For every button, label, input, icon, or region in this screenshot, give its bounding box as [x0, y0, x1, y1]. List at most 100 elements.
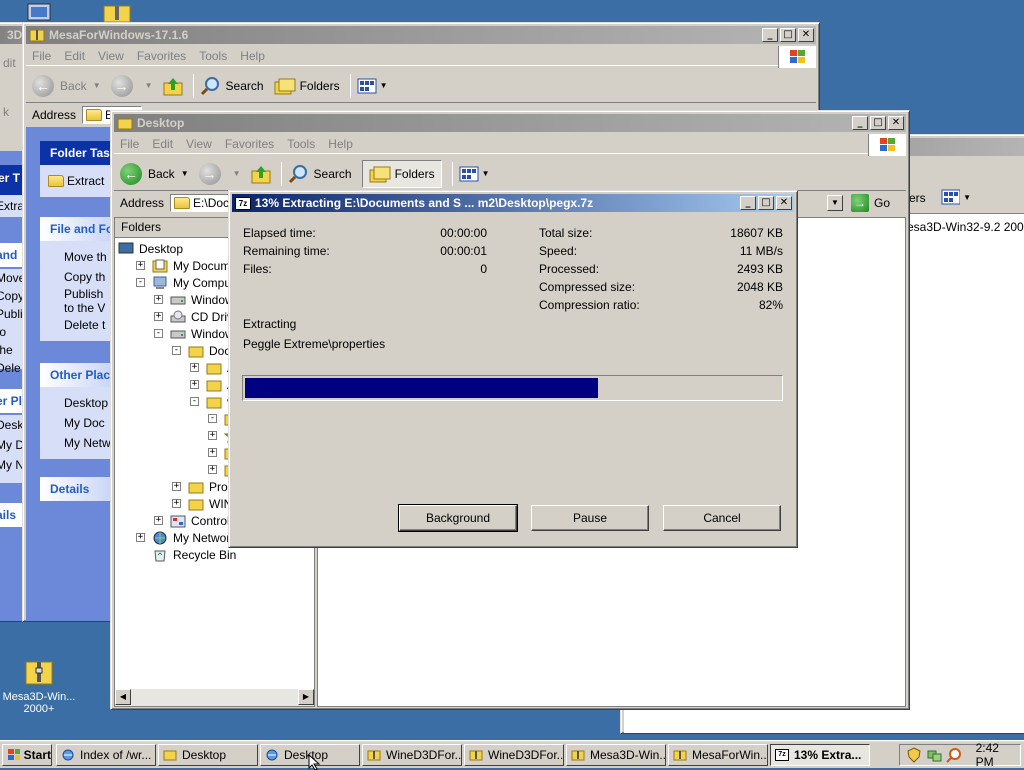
- expand-icon[interactable]: +: [190, 380, 199, 389]
- menu-view[interactable]: View: [98, 49, 124, 63]
- back-button[interactable]: ← Back ▼: [32, 74, 101, 97]
- desktop-icon-zip-top[interactable]: [102, 2, 132, 23]
- expand-icon[interactable]: +: [208, 448, 217, 457]
- views-button[interactable]: ▼: [357, 78, 388, 94]
- views-button[interactable]: ▼: [459, 166, 490, 182]
- menu-tools[interactable]: Tools: [287, 137, 315, 151]
- maximize-button[interactable]: □: [758, 196, 774, 210]
- forward-button[interactable]: → ▼: [198, 162, 241, 185]
- taskbar-button[interactable]: MesaForWin...: [668, 744, 768, 766]
- maximize-button[interactable]: □: [780, 28, 796, 42]
- menu-file[interactable]: File: [32, 49, 51, 63]
- place-link-mydocs[interactable]: My Doc: [48, 413, 108, 433]
- title-bar[interactable]: Desktop _ □ ✕: [114, 114, 906, 132]
- other-places-header[interactable]: Other Plac: [40, 363, 116, 387]
- views-button[interactable]: ▼: [941, 185, 971, 209]
- folder-icon: [206, 380, 222, 391]
- tree-item-label: Desktop: [139, 241, 184, 256]
- back-button[interactable]: ← Back ▼: [120, 162, 189, 185]
- expand-icon[interactable]: +: [154, 516, 163, 525]
- collapse-icon[interactable]: -: [172, 346, 181, 355]
- collapse-icon[interactable]: -: [154, 329, 163, 338]
- expand-icon[interactable]: +: [136, 261, 145, 270]
- place-link-desktop[interactable]: Desktop: [48, 393, 108, 413]
- folders-button[interactable]: Folders: [274, 77, 340, 95]
- minimize-button[interactable]: _: [762, 28, 778, 42]
- progress-bar: [242, 375, 783, 401]
- publish-task-link-line2[interactable]: to the V: [48, 301, 108, 315]
- search-button[interactable]: Search: [288, 164, 352, 184]
- collapse-icon[interactable]: -: [208, 414, 217, 423]
- taskbar-button[interactable]: Mesa3D-Win...: [566, 744, 666, 766]
- expand-icon[interactable]: +: [208, 465, 217, 474]
- expand-icon[interactable]: +: [208, 431, 217, 440]
- folders-button[interactable]: Folders: [361, 159, 442, 188]
- tree-item[interactable]: Recycle Bin: [118, 546, 314, 563]
- menu-edit[interactable]: Edit: [64, 49, 85, 63]
- shield-icon[interactable]: [906, 747, 922, 763]
- file-tasks-header[interactable]: File and Fo: [40, 217, 116, 241]
- close-button[interactable]: ✕: [888, 116, 904, 130]
- back-arrow-icon: ←: [120, 162, 142, 185]
- address-dropdown[interactable]: ▼: [827, 195, 843, 211]
- go-arrow-icon: →: [851, 194, 869, 212]
- menu-file[interactable]: File: [120, 137, 139, 151]
- menu-view[interactable]: View: [186, 137, 212, 151]
- pause-button[interactable]: Pause: [531, 505, 649, 531]
- start-button[interactable]: Start: [2, 744, 52, 766]
- search-tray-icon[interactable]: [946, 747, 962, 763]
- expand-icon[interactable]: +: [136, 533, 145, 542]
- collapse-icon[interactable]: -: [190, 397, 199, 406]
- menu-help[interactable]: Help: [240, 49, 265, 63]
- background-button[interactable]: Background: [398, 504, 518, 532]
- taskbar-button[interactable]: 7z 13% Extra...: [770, 744, 870, 766]
- desktop-icon-computer[interactable]: [24, 2, 54, 22]
- search-button[interactable]: Search: [200, 76, 264, 96]
- menu-favorites[interactable]: Favorites: [137, 49, 186, 63]
- menu-edit[interactable]: Edit: [152, 137, 173, 151]
- collapse-icon[interactable]: -: [136, 278, 145, 287]
- publish-task-link[interactable]: Publish: [48, 287, 108, 301]
- scroll-right-button[interactable]: ▶: [298, 689, 314, 705]
- details-header[interactable]: Details: [40, 477, 116, 501]
- address-input[interactable]: E:\Docu: [170, 194, 235, 212]
- scroll-left-button[interactable]: ◀: [115, 689, 131, 705]
- taskbar-button[interactable]: Desktop: [158, 744, 258, 766]
- menu-tools[interactable]: Tools: [199, 49, 227, 63]
- taskbar-button[interactable]: WineD3DFor...: [464, 744, 564, 766]
- copy-task-link[interactable]: Copy th: [48, 267, 108, 287]
- folder-tasks-header[interactable]: Folder Tas: [40, 141, 116, 165]
- forward-button[interactable]: → ▼: [110, 74, 153, 97]
- up-button[interactable]: [251, 164, 271, 184]
- up-button[interactable]: [163, 76, 183, 96]
- maximize-button[interactable]: □: [870, 116, 886, 130]
- cancel-button[interactable]: Cancel: [663, 505, 781, 531]
- network-icon[interactable]: [926, 747, 942, 763]
- move-task-link[interactable]: Move th: [48, 247, 108, 267]
- menu-help[interactable]: Help: [328, 137, 353, 151]
- expand-icon[interactable]: +: [172, 499, 181, 508]
- taskbar-button[interactable]: WineD3DFor...: [362, 744, 462, 766]
- file-item[interactable]: esa3D-Win32-9.2 2000+: [907, 220, 1024, 234]
- extract-task-link[interactable]: Extract: [48, 171, 108, 191]
- clock[interactable]: 2:42 PM: [976, 741, 1020, 769]
- go-button[interactable]: → Go: [851, 194, 890, 212]
- place-link-network[interactable]: My Netw: [48, 433, 111, 453]
- delete-task-link[interactable]: Delete t: [48, 315, 108, 335]
- title-bar[interactable]: 7z 13% Extracting E:\Documents and S ...…: [232, 194, 794, 212]
- horizontal-scrollbar[interactable]: ◀ ▶: [115, 689, 314, 706]
- minimize-button[interactable]: _: [852, 116, 868, 130]
- menu-favorites[interactable]: Favorites: [225, 137, 274, 151]
- desktop-icon-mesa3d[interactable]: Mesa3D-Win... 2000+: [0, 656, 78, 715]
- expand-icon[interactable]: +: [190, 363, 199, 372]
- minimize-button[interactable]: _: [740, 196, 756, 210]
- expand-icon[interactable]: +: [172, 482, 181, 491]
- expand-icon[interactable]: +: [154, 295, 163, 304]
- windows-logo-icon: [8, 749, 20, 760]
- title-bar[interactable]: MesaForWindows-17.1.6 _ □ ✕: [26, 26, 816, 44]
- ie-icon: [266, 749, 278, 761]
- close-button[interactable]: ✕: [776, 196, 792, 210]
- expand-icon[interactable]: +: [154, 312, 163, 321]
- taskbar-button[interactable]: Index of /wr...: [56, 744, 156, 766]
- close-button[interactable]: ✕: [798, 28, 814, 42]
